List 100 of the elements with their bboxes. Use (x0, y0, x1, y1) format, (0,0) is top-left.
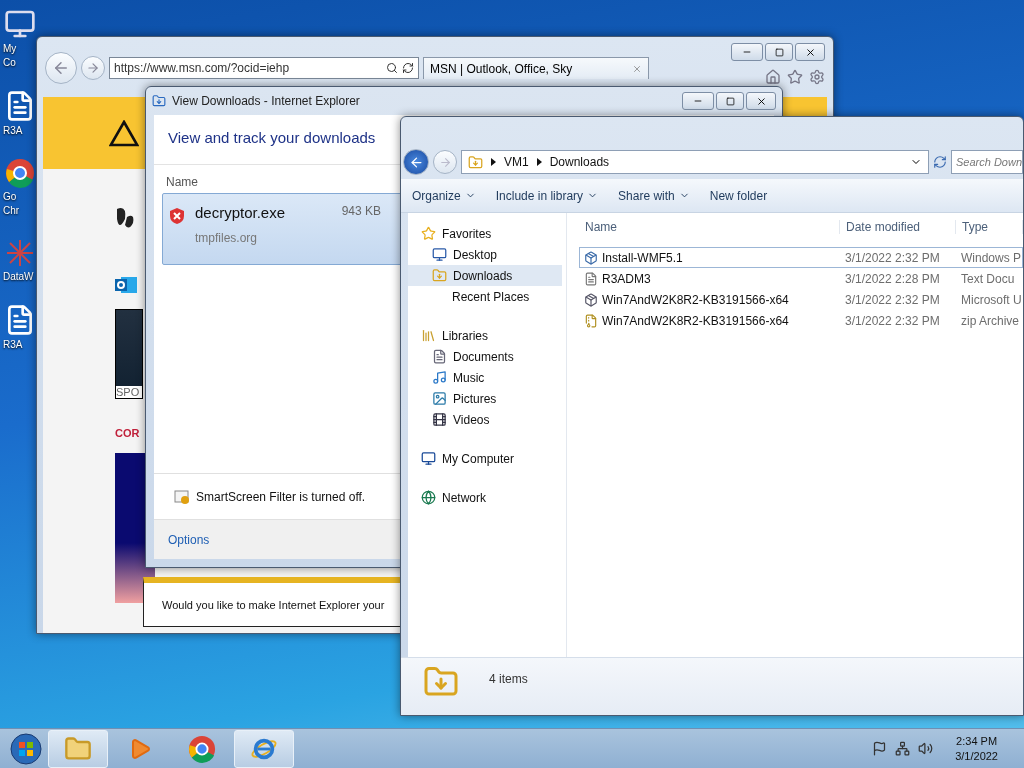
address-bar[interactable]: https://www.msn.com/?ocid=iehp (109, 57, 419, 79)
clock-time[interactable]: 2:34 PM (956, 733, 998, 749)
nav-item[interactable]: Libraries (408, 325, 562, 346)
type-cell-text: Text Docu (960, 271, 1016, 286)
nav-item[interactable]: Downloads (408, 265, 562, 286)
download-icon (152, 94, 166, 108)
library-icon (421, 328, 436, 343)
text-file-icon (584, 271, 598, 286)
type-cell-text: Microsoft U (960, 292, 1022, 307)
chevron-icon (491, 158, 496, 166)
back-button[interactable] (45, 52, 77, 84)
butterfly-icon (115, 205, 135, 231)
document-icon (432, 349, 447, 364)
maximize-icon (774, 47, 784, 57)
folder-download-icon (432, 268, 447, 283)
desktop-icon-label[interactable]: DataW (3, 270, 37, 284)
monitor-icon (432, 247, 447, 262)
nav-item[interactable]: Desktop (408, 244, 562, 265)
network-graph-icon (5, 238, 35, 268)
file-row[interactable]: R3ADM3 3/1/2022 2:28 PM Text Docu (579, 268, 1023, 289)
desktop-icon-label[interactable]: R3A (3, 338, 37, 352)
back-button[interactable] (403, 149, 429, 175)
maximize-icon (725, 96, 735, 106)
file-name-cell: Win7AndW2K8R2-KB3191566-x64 (580, 313, 841, 328)
volume-icon[interactable] (918, 741, 934, 756)
close-button[interactable] (795, 43, 825, 61)
column-header[interactable]: Date modified (840, 220, 956, 234)
date-cell-text: 3/1/2022 2:28 PM (844, 271, 941, 286)
address-bar[interactable]: VM1 Downloads (461, 150, 929, 174)
smartscreen-status: SmartScreen Filter is turned off. (196, 489, 366, 504)
close-button[interactable] (746, 92, 776, 110)
forward-button[interactable] (81, 56, 105, 80)
start-orb-icon (10, 732, 42, 765)
browser-tab[interactable]: MSN | Outlook, Office, Sky (423, 57, 649, 79)
nav-item[interactable]: Music (408, 367, 562, 388)
nav-item[interactable]: Favorites (408, 223, 562, 244)
refresh-icon[interactable] (933, 155, 947, 169)
browser-icon (5, 158, 35, 188)
network-icon[interactable] (895, 741, 911, 756)
star-icon[interactable] (787, 69, 803, 85)
download-item[interactable]: decryptor.exe 943 KB tmpfiles.org (162, 193, 402, 265)
date-cell-text: 3/1/2022 2:32 PM (844, 292, 941, 307)
nav-item[interactable]: My Computer (408, 448, 562, 469)
archive-icon (584, 313, 598, 328)
item-count: 4 items (489, 671, 528, 686)
blocked-shield-icon (169, 207, 185, 225)
taskbar-app-button[interactable] (234, 729, 294, 768)
forward-arrow-icon (438, 155, 452, 169)
close-icon (755, 95, 767, 107)
clock-date[interactable]: 3/1/2022 (955, 748, 998, 764)
nav-item[interactable]: Documents (408, 346, 562, 367)
type-cell-text: Windows P (960, 250, 1022, 265)
browser-icon (188, 734, 216, 763)
file-row[interactable]: Install-WMF5.1 3/1/2022 2:32 PM Windows P (579, 247, 1023, 268)
nav-item[interactable]: Network (408, 487, 562, 508)
nav-item[interactable]: Recent Places (408, 286, 562, 307)
desktop-icon-label[interactable]: R3A (3, 124, 37, 138)
date-cell-text: 3/1/2022 2:32 PM (844, 313, 941, 328)
globe-icon (421, 490, 436, 505)
close-icon (804, 46, 816, 58)
search-field[interactable]: Search Down (951, 150, 1023, 174)
column-header[interactable]: Name (579, 220, 840, 234)
settings-icon[interactable] (809, 69, 825, 85)
maximize-button[interactable] (716, 92, 744, 110)
photo-caption: SPO (116, 386, 142, 398)
close-tab-icon (632, 63, 642, 74)
file-row[interactable]: Win7AndW2K8R2-KB3191566-x64 3/1/2022 2:32 PM zip Archive (579, 310, 1023, 331)
file-name-cell: Win7AndW2K8R2-KB3191566-x64 (580, 292, 841, 307)
folder-download-icon (468, 154, 483, 170)
star-icon (421, 226, 436, 241)
desktop-icon-label[interactable]: My Co (3, 42, 37, 70)
column-header[interactable]: Type (956, 220, 1023, 234)
file-name: decryptor.exe (195, 204, 287, 223)
desktop-icon-label[interactable]: Go Chr (3, 190, 37, 218)
file-source: tmpfiles.org (195, 231, 259, 245)
dialog-heading: View and track your downloads (168, 129, 376, 146)
options-link[interactable]: Options (168, 532, 210, 547)
file-name-cell: R3ADM3 (580, 271, 841, 286)
date-cell-text: 3/1/2022 2:32 PM (844, 250, 941, 265)
folder-icon (64, 734, 92, 763)
minimize-button[interactable] (682, 92, 714, 110)
nav-item[interactable]: Pictures (408, 388, 562, 409)
refresh-icon (402, 62, 414, 74)
home-icon[interactable] (765, 69, 781, 85)
picture-icon (432, 391, 447, 406)
search-icon (386, 62, 398, 74)
file-row[interactable]: Win7AndW2K8R2-KB3191566-x64 3/1/2022 2:32 PM Microsoft U (579, 289, 1023, 310)
package-icon (584, 250, 598, 265)
computer-icon (4, 8, 36, 40)
flag-icon[interactable] (872, 741, 888, 756)
mail-app-icon (115, 275, 137, 295)
nav-item[interactable]: Videos (408, 409, 562, 430)
file-size: 943 KB (341, 204, 382, 220)
maximize-button[interactable] (765, 43, 793, 61)
headline: COR (115, 427, 141, 439)
warning-icon (109, 119, 139, 147)
computer-icon (421, 451, 436, 466)
film-icon (432, 412, 447, 427)
notification-text: Would you like to make Internet Explorer your (162, 598, 385, 611)
minimize-button[interactable] (731, 43, 763, 61)
